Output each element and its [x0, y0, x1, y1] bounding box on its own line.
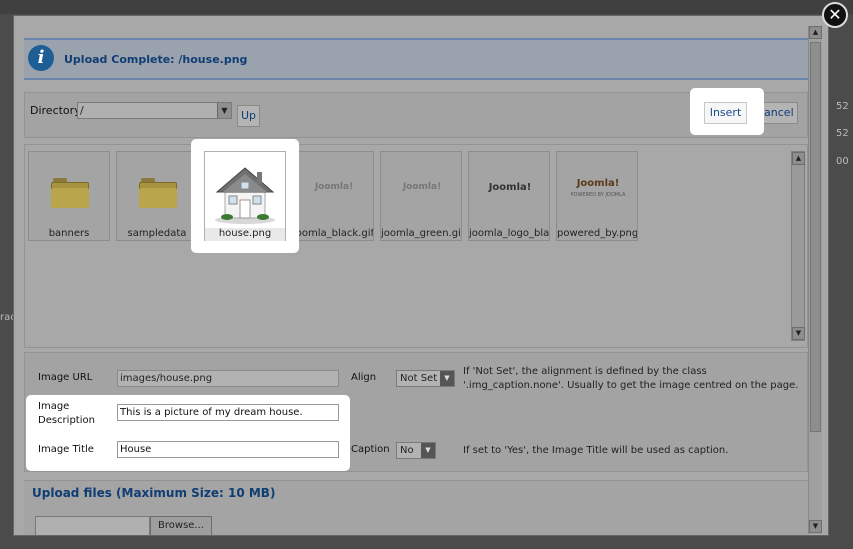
directory-value: /: [80, 104, 84, 117]
backdrop-number: 52: [836, 128, 849, 139]
image-description-label: Image Description: [38, 401, 95, 426]
file-name: joomla_black.gif: [293, 228, 373, 239]
align-label: Align: [351, 372, 377, 383]
align-select[interactable]: Not Set ▼: [396, 370, 455, 387]
folder-icon: [51, 178, 89, 208]
file-name: powered_by.png: [557, 228, 637, 239]
align-help-text: If 'Not Set', the alignment is defined b…: [463, 366, 799, 391]
thumbnail: [29, 152, 109, 228]
image-joomla-green[interactable]: Joomla! joomla_green.gif: [380, 151, 462, 241]
image-insert-dialog: i Upload Complete: /house.png Directory …: [13, 15, 829, 536]
caption-label: Caption: [351, 444, 390, 455]
thumbnail: Joomla! POWERED BY JOOMLA: [557, 152, 637, 228]
file-name: sampledata: [127, 228, 187, 239]
folder-sampledata[interactable]: sampledata: [116, 151, 198, 241]
thumbnail: Joomla!: [469, 152, 549, 228]
caption-value: No: [400, 445, 414, 456]
image-joomla-logo-black[interactable]: Joomla! joomla_logo_black.jpg: [468, 151, 550, 241]
file-name: joomla_green.gif: [381, 228, 461, 239]
file-name: joomla_logo_black.jpg: [469, 228, 549, 239]
align-value: Not Set: [400, 373, 438, 384]
chevron-down-icon: ▼: [217, 103, 231, 118]
upload-title: Upload files (Maximum Size: 10 MB): [32, 486, 276, 500]
scroll-up-icon[interactable]: ▲: [809, 26, 822, 39]
upload-section: Upload files (Maximum Size: 10 MB) Brows…: [24, 480, 808, 535]
upload-complete-message: Upload Complete: /house.png: [64, 53, 248, 66]
backdrop-number: 52: [836, 101, 849, 112]
image-title-label: Image Title: [38, 444, 94, 455]
up-button[interactable]: Up: [237, 105, 260, 127]
info-icon: i: [28, 45, 54, 71]
file-browser: banners sampledata house.png Joomla! joo…: [24, 139, 808, 348]
folder-banners[interactable]: banners: [28, 151, 110, 241]
house-icon: [215, 167, 275, 224]
joomla-logo-icon: Joomla!: [488, 182, 532, 193]
file-browser-scrollbar[interactable]: ▲ ▼: [791, 151, 805, 341]
chevron-down-icon: ▼: [421, 443, 435, 458]
close-button[interactable]: ✕: [822, 2, 848, 28]
browse-button[interactable]: Browse...: [150, 516, 212, 535]
image-title-field[interactable]: House: [117, 441, 339, 458]
directory-label: Directory: [30, 104, 81, 117]
thumbnail: Joomla!: [381, 152, 461, 228]
joomla-logo-icon: Joomla!: [314, 182, 354, 192]
image-properties: Image URL images/house.png Align Not Set…: [24, 352, 808, 472]
caption-select[interactable]: No ▼: [396, 442, 436, 459]
chevron-down-icon: ▼: [440, 371, 454, 386]
backdrop-number: 00: [836, 156, 849, 167]
image-house[interactable]: house.png: [204, 151, 286, 241]
image-url-label: Image URL: [38, 372, 93, 383]
file-name: banners: [48, 228, 90, 239]
image-description-field[interactable]: This is a picture of my dream house.: [117, 404, 339, 421]
message-bar: i Upload Complete: /house.png: [24, 38, 808, 80]
joomla-logo-icon: Joomla!: [402, 182, 442, 192]
scroll-down-icon[interactable]: ▼: [792, 327, 805, 340]
caption-help-text: If set to 'Yes', the Image Title will be…: [463, 445, 729, 456]
thumbnail: [205, 152, 285, 228]
thumbnail: Joomla!: [293, 152, 373, 228]
upload-file-field[interactable]: [35, 516, 150, 535]
file-name: house.png: [205, 228, 285, 241]
scroll-thumb[interactable]: [810, 42, 821, 432]
powered-by-text: POWERED BY JOOMLA: [570, 192, 626, 198]
thumbnail: [117, 152, 197, 228]
image-url-field[interactable]: images/house.png: [117, 370, 339, 387]
scroll-down-icon[interactable]: ▼: [809, 520, 822, 533]
scroll-up-icon[interactable]: ▲: [792, 152, 805, 165]
image-joomla-black[interactable]: Joomla! joomla_black.gif: [292, 151, 374, 241]
folder-icon: [139, 178, 177, 208]
image-powered-by[interactable]: Joomla! POWERED BY JOOMLA powered_by.png: [556, 151, 638, 241]
directory-select[interactable]: / ▼: [77, 102, 232, 119]
dialog-scrollbar[interactable]: ▲ ▼: [808, 26, 822, 534]
backdrop-top: [0, 0, 853, 14]
insert-button[interactable]: Insert: [704, 102, 747, 124]
joomla-logo-icon: Joomla!: [576, 178, 620, 189]
